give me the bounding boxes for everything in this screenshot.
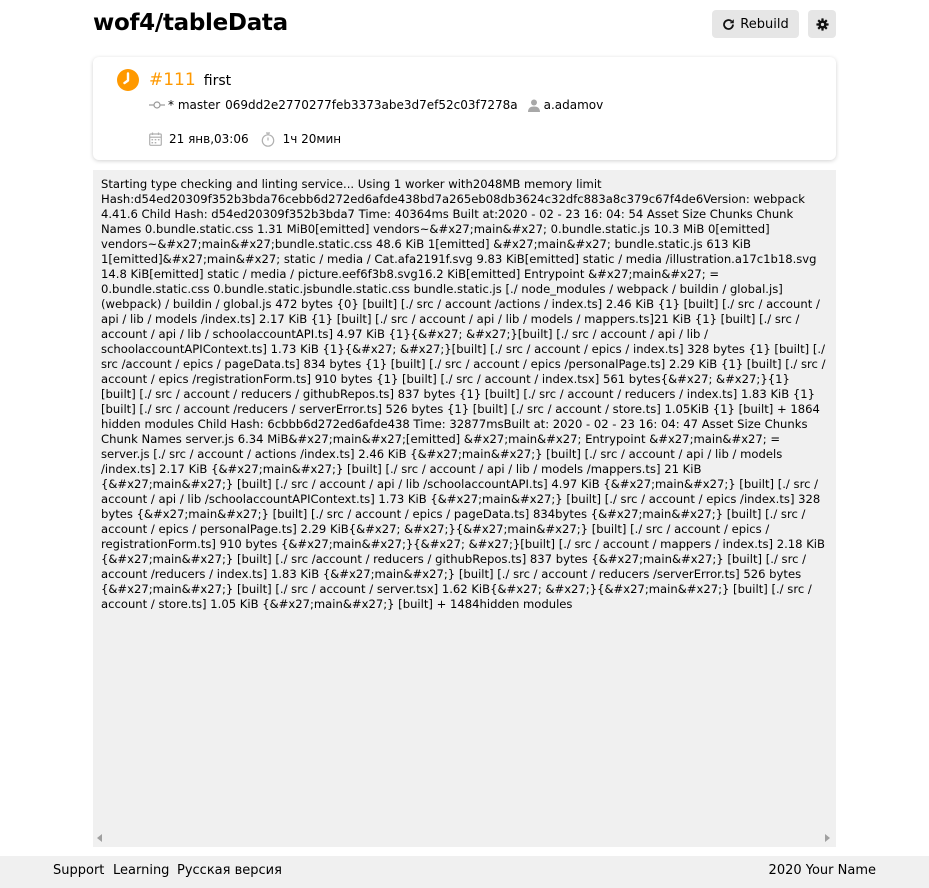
page-header: wof4/tableData Rebuild	[93, 10, 836, 38]
footer-link-support[interactable]: Support	[53, 863, 104, 878]
build-log[interactable]: Starting type checking and linting servi…	[93, 170, 836, 847]
build-log-text: Starting type checking and linting servi…	[101, 177, 826, 611]
rebuild-label: Rebuild	[740, 16, 789, 32]
gear-icon	[815, 17, 829, 31]
scroll-left-arrow[interactable]	[97, 834, 102, 842]
scroll-right-arrow[interactable]	[825, 834, 830, 842]
build-message: first	[203, 73, 232, 89]
clock-icon	[116, 68, 140, 92]
commit-info: * master 069dd2e2770277feb3373abe3d7ef52…	[149, 96, 603, 114]
build-details-page: wof4/tableData Rebuild #111 first * mast…	[0, 0, 929, 888]
build-title: #111 first	[149, 69, 231, 92]
settings-button[interactable]	[808, 10, 836, 38]
page-footer: Support Learning Русская версия 2020 You…	[0, 856, 929, 888]
commit-icon	[149, 100, 165, 110]
branch-name: * master	[168, 98, 221, 112]
footer-link-learning[interactable]: Learning	[113, 863, 169, 878]
footer-link-russian[interactable]: Русская версия	[177, 863, 282, 878]
build-duration: 1ч 20мин	[282, 132, 342, 146]
footer-copyright: 2020 Your Name	[768, 863, 876, 878]
commit-hash: 069dd2e2770277feb3373abe3d7ef52c03f7278a	[225, 98, 518, 112]
build-number: #111	[149, 70, 196, 90]
build-card: #111 first * master 069dd2e2770277feb337…	[93, 57, 836, 160]
refresh-icon	[722, 18, 735, 31]
stopwatch-icon	[261, 131, 275, 147]
author-name: a.adamov	[543, 98, 604, 112]
build-date: 21 янв,03:06	[169, 132, 249, 146]
user-icon	[527, 99, 540, 112]
build-meta: 21 янв,03:06 1ч 20мин	[149, 130, 341, 148]
repo-title: wof4/tableData	[93, 10, 288, 36]
rebuild-button[interactable]: Rebuild	[712, 10, 799, 38]
calendar-icon	[149, 132, 162, 146]
